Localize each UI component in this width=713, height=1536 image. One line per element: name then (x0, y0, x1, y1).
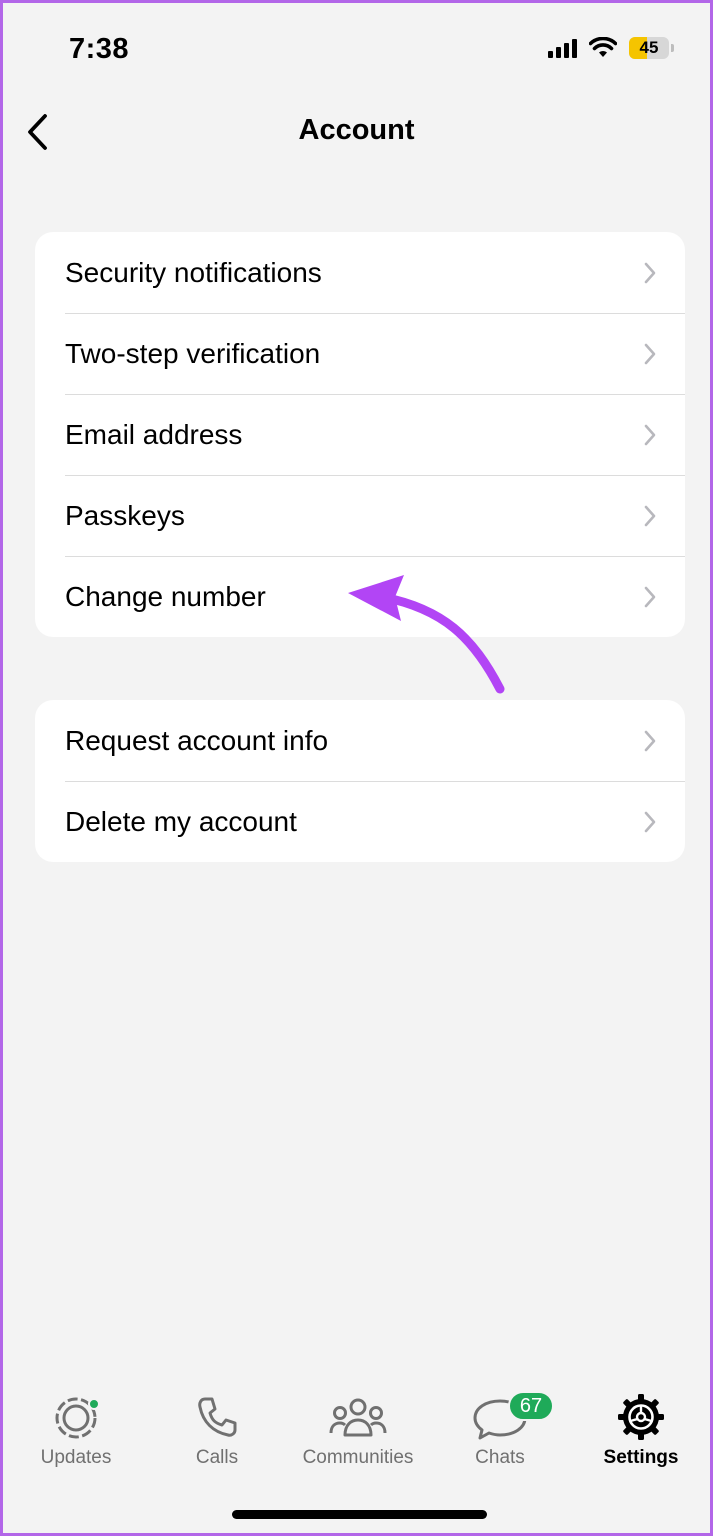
row-label: Email address (65, 418, 243, 450)
tab-label: Settings (603, 1447, 679, 1468)
wifi-icon (589, 37, 617, 57)
row-email-address[interactable]: Email address (35, 394, 685, 475)
row-label: Two-step verification (65, 337, 321, 369)
tab-chats[interactable]: 67 Chats (430, 1391, 570, 1469)
tab-bar: Updates Calls Communities 67 Chats Setti… (3, 1391, 710, 1481)
communities-icon (329, 1398, 387, 1437)
status-icons: 45 (548, 37, 674, 59)
status-time: 7:38 (69, 33, 130, 65)
settings-gear-icon (618, 1394, 664, 1440)
row-passkeys[interactable]: Passkeys (35, 475, 685, 556)
updates-icon-wrap (6, 1391, 146, 1443)
row-delete-my-account[interactable]: Delete my account (35, 781, 685, 862)
row-label: Passkeys (65, 499, 185, 531)
screen-frame: 7:38 45 Account Security notifications T… (0, 0, 713, 1536)
tab-label: Updates (40, 1447, 112, 1468)
account-data-group: Request account info Delete my account (35, 700, 685, 862)
chevron-right-icon (644, 424, 656, 445)
chevron-right-icon (644, 343, 656, 364)
settings-icon-wrap (571, 1391, 710, 1443)
chevron-right-icon (644, 586, 656, 607)
row-request-account-info[interactable]: Request account info (35, 700, 685, 781)
phone-icon-wrap (147, 1391, 287, 1443)
chevron-right-icon (644, 730, 656, 751)
tab-communities[interactable]: Communities (288, 1391, 428, 1469)
tab-label: Calls (195, 1447, 239, 1468)
tab-updates[interactable]: Updates (6, 1391, 146, 1469)
updates-dot (88, 1398, 100, 1410)
phone-icon (198, 1397, 237, 1437)
row-two-step-verification[interactable]: Two-step verification (35, 313, 685, 394)
annotation-arrow (348, 575, 505, 694)
tab-label: Communities (302, 1447, 414, 1468)
tab-label: Chats (475, 1447, 525, 1468)
row-security-notifications[interactable]: Security notifications (35, 232, 685, 313)
communities-icon-wrap (288, 1391, 428, 1443)
tab-settings[interactable]: Settings (571, 1391, 710, 1469)
chevron-right-icon (644, 262, 656, 283)
row-label: Delete my account (65, 805, 297, 837)
chats-unread-badge: 67 (508, 1391, 554, 1421)
row-label: Security notifications (65, 256, 322, 288)
chevron-right-icon (644, 505, 656, 526)
page-title: Account (298, 114, 415, 146)
signal-icon (548, 38, 577, 58)
battery-icon: 45 (629, 37, 674, 59)
battery-level: 45 (639, 38, 659, 57)
chevron-right-icon (644, 811, 656, 832)
row-label: Request account info (65, 724, 329, 756)
row-label: Change number (65, 580, 266, 612)
home-indicator[interactable] (232, 1510, 487, 1519)
tab-calls[interactable]: Calls (147, 1391, 287, 1469)
